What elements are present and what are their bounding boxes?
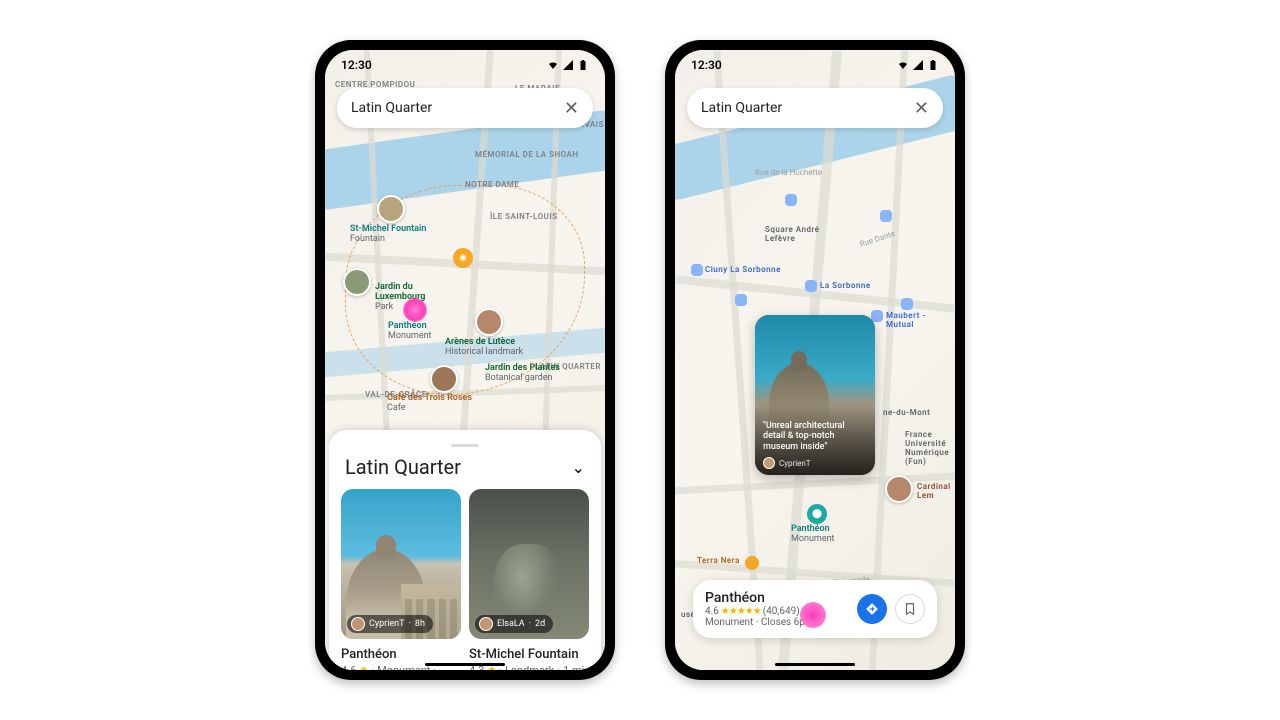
sheet-title: Latin Quarter <box>345 455 461 479</box>
street-label: ne-du-Mont <box>883 408 930 417</box>
avatar <box>479 617 493 631</box>
phone-left: Centre Pompidou LE MARAIS Musée Carnaval… <box>315 40 615 680</box>
metro-label: Maubert - Mutual <box>886 311 955 329</box>
avatar <box>763 457 775 469</box>
transit-icon[interactable] <box>785 194 797 206</box>
user-location <box>403 298 427 322</box>
place-rating: 4.6 ★★★★★ (40,649) <box>705 606 849 617</box>
bottom-sheet[interactable]: Latin Quarter ⌄ CyprienT·8h Panthéon <box>329 430 601 670</box>
clear-search-icon[interactable]: ✕ <box>564 98 579 119</box>
author-chip: ElsaLA·2d <box>475 615 553 633</box>
metro-label: La Sorbonne <box>820 281 871 290</box>
metro-icon[interactable] <box>691 264 703 276</box>
card-title: St-Michel Fountain <box>469 647 589 662</box>
search-bar[interactable]: Latin Quarter ✕ <box>337 88 593 128</box>
battery-icon <box>927 59 939 71</box>
clear-search-icon[interactable]: ✕ <box>914 98 929 119</box>
review-byline: CyprienT <box>763 457 811 469</box>
card-image: ElsaLA·2d <box>469 489 589 639</box>
search-bar[interactable]: Latin Quarter ✕ <box>687 88 943 128</box>
metro-icon[interactable] <box>805 280 817 292</box>
location-highlight <box>800 602 826 628</box>
home-indicator[interactable] <box>775 663 855 666</box>
poi-jardin[interactable]: Jardin des PlantesBotanical garden <box>485 364 560 384</box>
poi-photo[interactable] <box>343 268 371 296</box>
battery-icon <box>577 59 589 71</box>
poi-photo[interactable] <box>430 365 458 393</box>
poi-pin-pantheon[interactable]: ⬤ <box>807 504 827 524</box>
home-indicator[interactable] <box>425 663 505 666</box>
card-image: CyprienT·8h <box>341 489 461 639</box>
poi-pantheon[interactable]: PanthéonMonument <box>791 525 835 545</box>
directions-button[interactable] <box>857 594 887 624</box>
street-label: Rue de la Huchette <box>755 168 822 177</box>
hood-label: Mémorial de la Shoah <box>475 150 579 159</box>
search-query: Latin Quarter <box>351 100 564 116</box>
bookmark-icon <box>903 602 917 616</box>
poi-photo[interactable] <box>475 308 503 336</box>
avatar <box>351 617 365 631</box>
poi-photo[interactable] <box>885 475 913 503</box>
wifi-icon <box>547 59 559 71</box>
phone-right: Rue de la Huchette Square André Lefèvre … <box>665 40 965 680</box>
place-preview-card[interactable]: "Unreal architectural detail & top-notch… <box>755 315 875 475</box>
transit-icon[interactable] <box>880 210 892 222</box>
poi-label: Cardinal Lem <box>917 482 955 500</box>
directions-icon <box>865 602 879 616</box>
search-query: Latin Quarter <box>701 100 914 116</box>
transit-icon[interactable] <box>901 298 913 310</box>
transit-icon[interactable] <box>735 294 747 306</box>
sheet-grabber[interactable] <box>451 444 479 447</box>
status-bar: 12:30 <box>325 50 605 80</box>
metro-label: Cluny La Sorbonne <box>705 265 781 274</box>
hood-label: ÎLE SAINT-LOUIS <box>490 212 558 221</box>
status-time: 12:30 <box>691 58 722 72</box>
poi-arenes[interactable]: Arènes de LutèceHistorical landmark <box>445 338 523 358</box>
card-title: Panthéon <box>341 647 461 662</box>
place-card-fountain[interactable]: ElsaLA·2d St-Michel Fountain 4.3★· Landm… <box>469 489 589 670</box>
review-quote: "Unreal architectural detail & top-notch… <box>763 421 867 453</box>
building-label: France Université Numérique (Fun) <box>905 430 949 466</box>
square-label: Square André Lefèvre <box>765 225 820 243</box>
author-chip: CyprienT·8h <box>347 615 433 633</box>
poi-photo[interactable] <box>377 195 405 223</box>
wifi-icon <box>897 59 909 71</box>
poi-pin[interactable] <box>745 556 759 570</box>
place-subtitle: Monument · Closes 6pm <box>705 617 849 628</box>
poi-pantheon[interactable]: PanthéonMonument <box>388 322 432 342</box>
hood-label: Notre Dame <box>465 180 519 189</box>
signal-icon <box>912 59 924 71</box>
place-name: Panthéon <box>705 590 849 606</box>
poi-pin[interactable]: ◉ <box>453 248 473 268</box>
poi-cafe[interactable]: Café des Trois RosesCafe <box>387 394 472 414</box>
signal-icon <box>562 59 574 71</box>
chevron-down-icon[interactable]: ⌄ <box>572 458 585 477</box>
status-bar: 12:30 <box>675 50 955 80</box>
poi-stmichel[interactable]: St-Michel FountainFountain <box>350 225 426 245</box>
status-time: 12:30 <box>341 58 372 72</box>
poi-label: Terra Nera <box>697 556 740 565</box>
place-card-pantheon[interactable]: CyprienT·8h Panthéon 4.6★· Monument·0.5 … <box>341 489 461 670</box>
save-button[interactable] <box>895 594 925 624</box>
